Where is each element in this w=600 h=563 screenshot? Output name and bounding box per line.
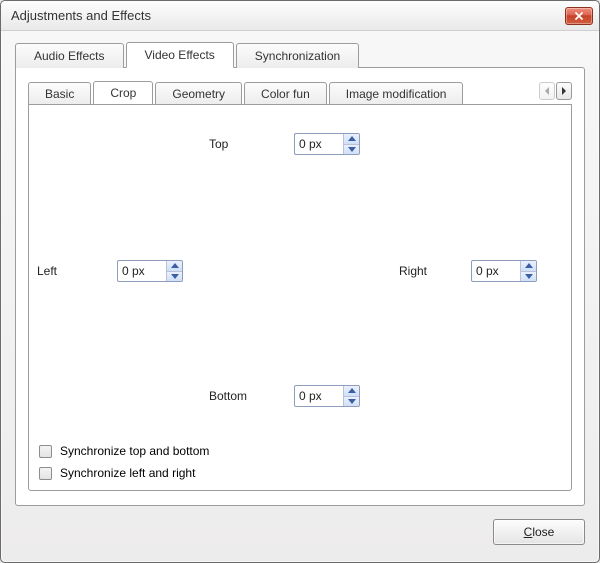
spin-arrows bbox=[166, 261, 182, 281]
dialog-window: Adjustments and Effects Audio Effects Vi… bbox=[0, 0, 600, 563]
subtab-scroll-right-button[interactable] bbox=[556, 82, 572, 100]
subtab-nav bbox=[535, 80, 572, 104]
spin-up-button[interactable] bbox=[344, 386, 359, 396]
crop-top-spinbox[interactable] bbox=[294, 133, 360, 155]
crop-left-spinbox[interactable] bbox=[117, 260, 183, 282]
window-close-button[interactable] bbox=[565, 7, 593, 25]
crop-left-label: Left bbox=[37, 264, 117, 278]
tab-audio-effects[interactable]: Audio Effects bbox=[15, 43, 124, 68]
chevron-left-icon bbox=[544, 87, 550, 95]
subtab-row: Basic Crop Geometry Color fun Image modi… bbox=[28, 80, 572, 104]
client-area: Audio Effects Video Effects Synchronizat… bbox=[1, 31, 599, 562]
spin-down-button[interactable] bbox=[521, 271, 536, 282]
sync-top-bottom-checkbox[interactable] bbox=[39, 445, 52, 458]
crop-bottom-spinbox[interactable] bbox=[294, 385, 360, 407]
chevron-down-icon bbox=[348, 399, 356, 404]
spin-up-button[interactable] bbox=[521, 261, 536, 271]
chevron-up-icon bbox=[348, 136, 356, 141]
crop-pane: Top Left bbox=[28, 104, 572, 491]
crop-right-label: Right bbox=[399, 264, 471, 278]
crop-sync-options: Synchronize top and bottom Synchronize l… bbox=[39, 444, 209, 480]
close-button-label: Close bbox=[524, 525, 555, 539]
close-icon bbox=[574, 11, 584, 21]
chevron-down-icon bbox=[525, 274, 533, 279]
titlebar: Adjustments and Effects bbox=[1, 1, 599, 31]
chevron-down-icon bbox=[171, 274, 179, 279]
tab-synchronization[interactable]: Synchronization bbox=[236, 43, 359, 68]
sub-tabstrip: Basic Crop Geometry Color fun Image modi… bbox=[28, 80, 535, 104]
subtab-crop[interactable]: Crop bbox=[93, 81, 153, 104]
spin-down-button[interactable] bbox=[167, 271, 182, 282]
chevron-down-icon bbox=[348, 147, 356, 152]
chevron-up-icon bbox=[171, 263, 179, 268]
crop-left-input[interactable] bbox=[118, 261, 166, 281]
crop-right-spinbox[interactable] bbox=[471, 260, 537, 282]
chevron-up-icon bbox=[348, 388, 356, 393]
crop-right-field: Right bbox=[399, 260, 537, 282]
chevron-right-icon bbox=[561, 87, 567, 95]
sync-left-right-row: Synchronize left and right bbox=[39, 466, 209, 480]
spin-arrows bbox=[343, 386, 359, 406]
tab-video-effects[interactable]: Video Effects bbox=[126, 42, 234, 68]
video-effects-pane: Basic Crop Geometry Color fun Image modi… bbox=[15, 67, 585, 506]
subtab-scroll-left-button[interactable] bbox=[539, 82, 555, 100]
dialog-button-bar: Close bbox=[15, 506, 585, 550]
close-button[interactable]: Close bbox=[493, 519, 585, 545]
sync-top-bottom-label: Synchronize top and bottom bbox=[60, 444, 209, 458]
crop-bottom-label: Bottom bbox=[209, 389, 294, 403]
crop-bottom-field: Bottom bbox=[209, 385, 360, 407]
window-title: Adjustments and Effects bbox=[11, 8, 565, 23]
crop-top-label: Top bbox=[209, 137, 294, 151]
sync-left-right-checkbox[interactable] bbox=[39, 467, 52, 480]
main-tabstrip: Audio Effects Video Effects Synchronizat… bbox=[15, 41, 585, 67]
crop-right-input[interactable] bbox=[472, 261, 520, 281]
spin-arrows bbox=[520, 261, 536, 281]
spin-up-button[interactable] bbox=[167, 261, 182, 271]
crop-top-field: Top bbox=[209, 133, 360, 155]
crop-left-field: Left bbox=[37, 260, 183, 282]
subtab-geometry[interactable]: Geometry bbox=[155, 82, 242, 104]
subtab-basic[interactable]: Basic bbox=[28, 82, 91, 104]
subtab-colorfun[interactable]: Color fun bbox=[244, 82, 327, 104]
sync-top-bottom-row: Synchronize top and bottom bbox=[39, 444, 209, 458]
chevron-up-icon bbox=[525, 263, 533, 268]
spin-down-button[interactable] bbox=[344, 396, 359, 407]
sync-left-right-label: Synchronize left and right bbox=[60, 466, 195, 480]
spin-arrows bbox=[343, 134, 359, 154]
spin-down-button[interactable] bbox=[344, 144, 359, 155]
subtab-image-modification[interactable]: Image modification bbox=[329, 82, 464, 104]
spin-up-button[interactable] bbox=[344, 134, 359, 144]
crop-top-input[interactable] bbox=[295, 134, 343, 154]
crop-bottom-input[interactable] bbox=[295, 386, 343, 406]
